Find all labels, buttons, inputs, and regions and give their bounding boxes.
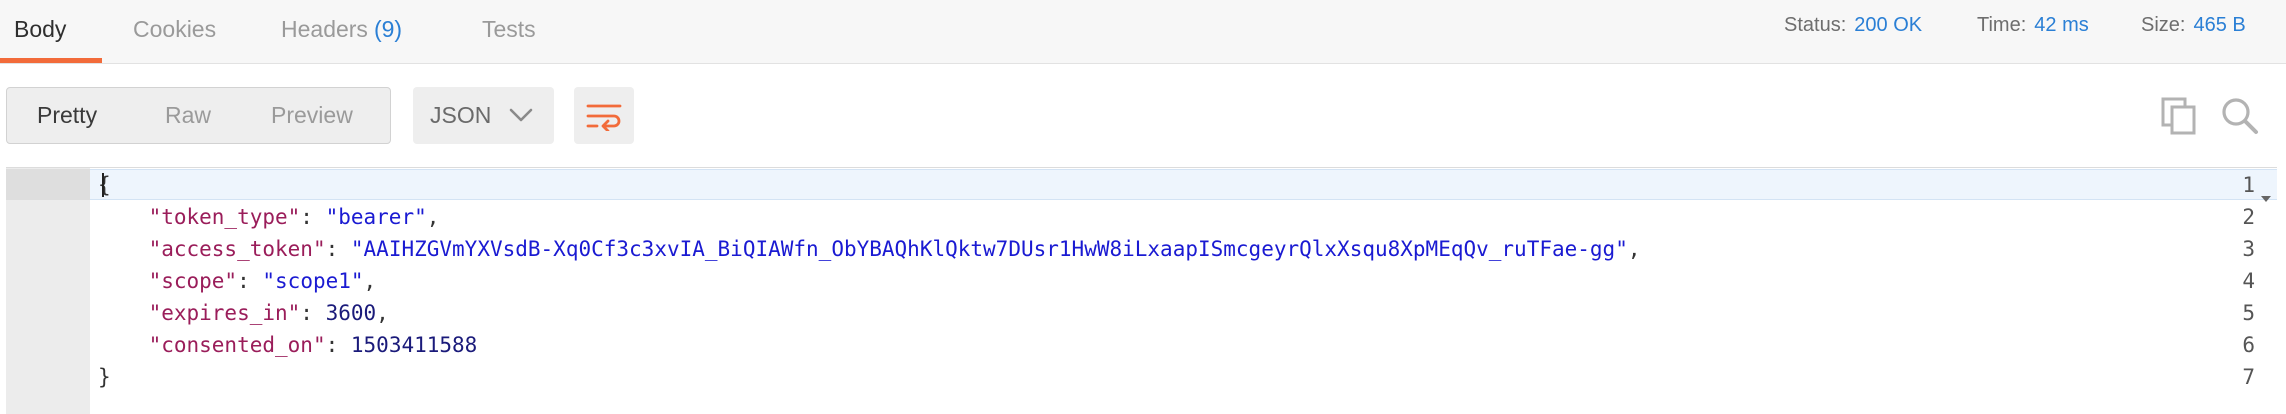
view-mode-preview[interactable]: Preview (271, 88, 353, 143)
line-number-gutter (6, 168, 90, 414)
line-number: 2 (2242, 205, 2255, 229)
open-brace: { (98, 173, 111, 197)
code-line: "consented_on": 1503411588 (148, 333, 478, 357)
code-line: "expires_in": 3600, (148, 301, 389, 325)
json-string-value: "AAIHZGVmYXVsdB-Xq0Cf3c3xvIA_BiQIAWfn_Ob… (350, 237, 1628, 261)
json-key: "access_token" (148, 237, 326, 261)
copy-icon[interactable] (2160, 96, 2198, 141)
json-number-value: 1503411588 (350, 333, 478, 357)
size-value[interactable]: 465 B (2193, 14, 2245, 36)
active-tab-indicator (0, 58, 102, 63)
json-key: "consented_on" (148, 333, 326, 357)
line-number: 5 (2242, 301, 2255, 325)
response-tab-bar: Body Cookies Headers (9) Tests Status: 200… (0, 0, 2286, 64)
size-label: Size: (2141, 14, 2186, 36)
json-string-value: "bearer" (325, 205, 427, 229)
code-line: } (98, 361, 111, 393)
active-line-highlight (90, 169, 2277, 200)
size-metric: Size: 465 B (2141, 0, 2246, 50)
code-line: { (98, 169, 111, 201)
response-panel: Body Cookies Headers (9) Tests Status: 200… (0, 0, 2286, 414)
json-number-value: 3600 (325, 301, 377, 325)
view-mode-raw-label: Raw (165, 102, 212, 128)
format-select-value: JSON (430, 102, 492, 128)
code-line: "scope": "scope1", (148, 269, 377, 293)
tab-cookies-label: Cookies (133, 16, 217, 42)
view-mode-pretty-label: Pretty (37, 102, 98, 128)
line-number: 4 (2242, 269, 2255, 293)
view-mode-preview-label: Preview (271, 102, 353, 128)
json-key: "scope" (148, 269, 238, 293)
tab-headers[interactable]: Headers (9) (281, 0, 402, 62)
line-number: 6 (2242, 333, 2255, 357)
search-icon[interactable] (2220, 96, 2260, 141)
close-brace: } (98, 365, 111, 389)
headers-count-badge: (9) (373, 16, 403, 42)
view-mode-selector: Pretty Raw Preview (6, 87, 391, 144)
status-value[interactable]: 200 OK (1854, 14, 1922, 36)
wrap-lines-icon (586, 104, 622, 131)
status-label: Status: (1784, 14, 1847, 36)
view-mode-pretty[interactable]: Pretty (37, 88, 97, 143)
format-select[interactable]: JSON (413, 87, 554, 144)
json-key: "token_type" (148, 205, 301, 229)
active-line-gutter (6, 169, 90, 200)
line-number: 1 (2193, 169, 2277, 202)
tab-body-label: Body (14, 16, 67, 42)
chevron-down-icon (508, 104, 534, 131)
text-cursor (102, 173, 104, 197)
status-metric: Status: 200 OK (1784, 0, 1922, 50)
response-body-editor[interactable]: 1 2 3 4 5 6 7 { "token_type": "bearer", … (6, 167, 2277, 414)
wrap-lines-button[interactable] (574, 87, 634, 144)
time-metric: Time: 42 ms (1977, 0, 2089, 50)
time-value[interactable]: 42 ms (2034, 14, 2088, 36)
tab-headers-label: Headers (281, 16, 368, 42)
tab-body[interactable]: Body (14, 0, 66, 62)
code-line: "access_token": "AAIHZGVmYXVsdB-Xq0Cf3c3… (148, 237, 1641, 261)
line-number: 3 (2242, 237, 2255, 261)
json-string-value: "scope1" (262, 269, 364, 293)
code-line: "token_type": "bearer", (148, 205, 440, 229)
json-key: "expires_in" (148, 301, 301, 325)
tab-tests[interactable]: Tests (482, 0, 536, 62)
line-number: 7 (2242, 365, 2255, 389)
tab-cookies[interactable]: Cookies (133, 0, 216, 62)
view-mode-raw[interactable]: Raw (165, 88, 211, 143)
tab-tests-label: Tests (482, 16, 536, 42)
time-label: Time: (1977, 14, 2027, 36)
